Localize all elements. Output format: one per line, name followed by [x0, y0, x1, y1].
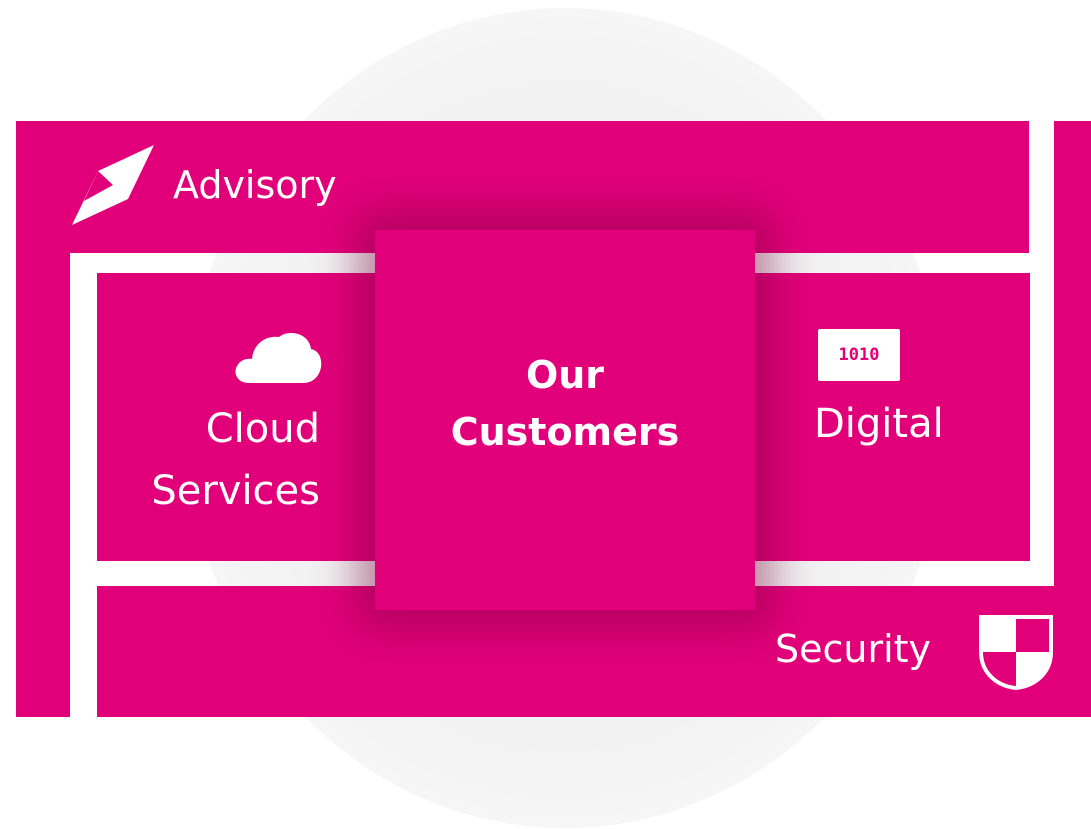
- cloud-services-label: Cloud Services: [148, 398, 320, 522]
- binary-icon: 1010: [818, 329, 900, 381]
- cloud-services-line1: Cloud: [205, 406, 320, 452]
- shield-icon: [979, 615, 1053, 690]
- our-customers-label: Our Customers: [451, 347, 680, 461]
- compass-icon: [72, 145, 154, 225]
- our-customers-line2: Customers: [450, 410, 680, 454]
- security-label: Security: [775, 627, 932, 671]
- advisory-label: Advisory: [173, 163, 337, 207]
- cloud-icon: [235, 333, 322, 383]
- cloud-services-line2: Services: [151, 468, 320, 514]
- digital-label: Digital: [814, 401, 944, 447]
- advisory-left-leg: [16, 253, 70, 717]
- security-right-leg: [1054, 121, 1091, 586]
- our-customers-line1: Our: [525, 353, 605, 397]
- our-customers-block: Our Customers: [375, 230, 755, 610]
